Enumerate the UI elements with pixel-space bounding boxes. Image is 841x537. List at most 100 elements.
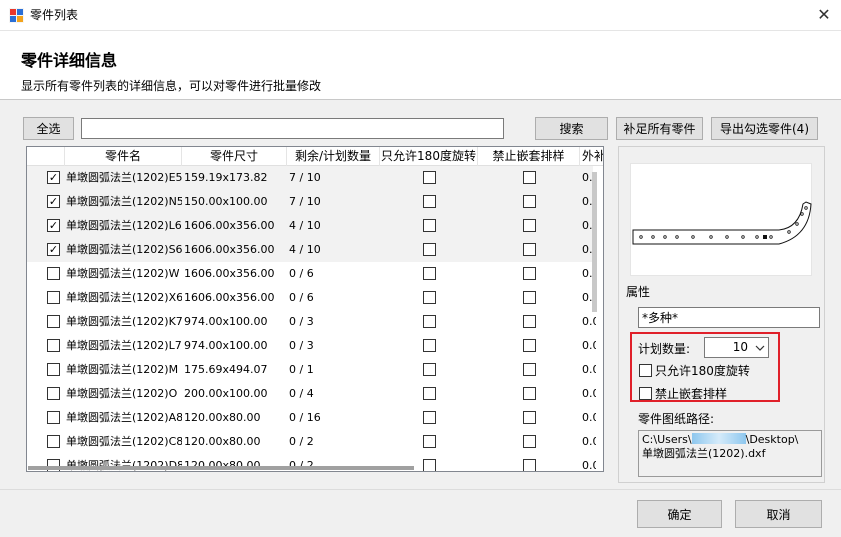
rotate-180-cell-checkbox[interactable] <box>423 459 436 471</box>
part-name-cell: 单墩圆弧法兰(1202)K7 <box>66 315 182 328</box>
no-nesting-checkbox[interactable] <box>639 387 652 400</box>
part-type-input[interactable] <box>638 307 820 328</box>
qty-cell: 7 / 10 <box>289 195 321 208</box>
no-nesting-cell-checkbox[interactable] <box>523 459 536 471</box>
no-nesting-cell-checkbox[interactable] <box>523 219 536 232</box>
row-select-checkbox[interactable] <box>47 435 60 448</box>
page-description: 显示所有零件列表的详细信息，可以对零件进行批量修改 <box>21 79 322 93</box>
chevron-down-icon[interactable] <box>755 344 765 352</box>
table-row[interactable]: 单墩圆弧法兰(1202)X61606.00x356.000 / 60.00 <box>27 286 596 310</box>
table-row[interactable]: 单墩圆弧法兰(1202)L7974.00x100.00 0 / 3 0.00 <box>27 334 596 358</box>
part-preview <box>630 163 812 276</box>
rotate-180-cell-checkbox[interactable] <box>423 387 436 400</box>
part-size-cell: 150.00x100.00 <box>184 195 268 208</box>
part-size-cell: 200.00x100.00 <box>184 387 268 400</box>
rotate-180-cell-checkbox[interactable] <box>423 243 436 256</box>
header-part-size[interactable]: 零件尺寸 <box>182 147 287 166</box>
rotate-180-cell-checkbox[interactable] <box>423 411 436 424</box>
no-nesting-cell-checkbox[interactable] <box>523 339 536 352</box>
table-row[interactable]: ✓单墩圆弧法兰(1202)S61606.00x356.004 / 100.00 <box>27 238 596 262</box>
table-vertical-scrollbar[interactable] <box>592 172 597 312</box>
parts-table[interactable]: 零件名 零件尺寸 剩余/计划数量 只允许180度旋转 禁止嵌套排样 外补 ✓ 单墩… <box>26 146 604 472</box>
row-select-checkbox[interactable] <box>47 411 60 424</box>
row-select-checkbox[interactable]: ✓ <box>47 219 60 232</box>
table-row[interactable]: ✓单墩圆弧法兰(1202)N5150.00x100.007 / 100.00 <box>27 190 596 214</box>
part-name-cell: 单墩圆弧法兰(1202)L6 <box>66 219 182 232</box>
rotate-180-checkbox[interactable] <box>639 364 652 377</box>
export-checked-parts-button[interactable]: 导出勾选零件(4) <box>711 117 818 140</box>
search-button[interactable]: 搜索 <box>535 117 608 140</box>
app-logo-icon <box>9 8 24 23</box>
no-nesting-cell-checkbox[interactable] <box>523 411 536 424</box>
no-nesting-cell-checkbox[interactable] <box>523 315 536 328</box>
table-row[interactable]: 单墩圆弧法兰(1202)O 200.00x100.00 0 / 4 0.00 <box>27 382 596 406</box>
rotate-180-cell-checkbox[interactable] <box>423 171 436 184</box>
header-check-col <box>27 147 65 166</box>
header-extra[interactable]: 外补 <box>580 147 603 166</box>
rotate-180-cell-checkbox[interactable] <box>423 219 436 232</box>
row-select-checkbox[interactable] <box>47 339 60 352</box>
qty-cell: 0 / 3 <box>289 315 314 328</box>
table-row[interactable]: 单墩圆弧法兰(1202)K7974.00x100.00 0 / 3 0.00 <box>27 310 596 334</box>
select-all-button[interactable]: 全选 <box>23 117 74 140</box>
row-select-checkbox[interactable]: ✓ <box>47 171 60 184</box>
rotate-180-cell-checkbox[interactable] <box>423 195 436 208</box>
extra-cell: 0.00 <box>582 459 596 472</box>
table-row[interactable]: 单墩圆弧法兰(1202)A8120.00x80.00 0 / 16 0.00 <box>27 406 596 430</box>
row-select-checkbox[interactable] <box>47 387 60 400</box>
table-row[interactable]: 单墩圆弧法兰(1202)M 175.69x494.07 0 / 1 0.00 <box>27 358 596 382</box>
plan-qty-combobox[interactable]: 10 <box>704 337 769 358</box>
table-row[interactable]: ✓单墩圆弧法兰(1202)E5159.19x173.827 / 100.00 <box>27 166 596 190</box>
table-row[interactable]: ✓单墩圆弧法兰(1202)L61606.00x356.004 / 100.00 <box>27 214 596 238</box>
rotate-180-cell-checkbox[interactable] <box>423 363 436 376</box>
ok-button[interactable]: 确定 <box>637 500 722 528</box>
table-horizontal-scrollbar[interactable] <box>28 466 414 470</box>
extra-cell: 0.00 <box>582 411 596 424</box>
header-part-name[interactable]: 零件名 <box>65 147 182 166</box>
drawing-path-line1-prefix: C:\Users\ <box>642 433 692 446</box>
no-nesting-cell-checkbox[interactable] <box>523 291 536 304</box>
row-select-checkbox[interactable]: ✓ <box>47 195 60 208</box>
table-row[interactable]: 单墩圆弧法兰(1202)C8120.00x80.00 0 / 2 0.00 <box>27 430 596 454</box>
properties-label: 属性 <box>626 285 651 299</box>
rotate-180-cell-checkbox[interactable] <box>423 267 436 280</box>
header-no-nesting[interactable]: 禁止嵌套排样 <box>478 147 580 166</box>
row-select-checkbox[interactable] <box>47 267 60 280</box>
header-remaining-plan-qty[interactable]: 剩余/计划数量 <box>287 147 380 166</box>
no-nesting-cell-checkbox[interactable] <box>523 243 536 256</box>
rotate-180-cell-checkbox[interactable] <box>423 291 436 304</box>
part-size-cell: 120.00x80.00 <box>184 435 261 448</box>
part-name-cell: 单墩圆弧法兰(1202)X6 <box>66 291 182 304</box>
no-nesting-cell-checkbox[interactable] <box>523 171 536 184</box>
drawing-path-line2: 单墩圆弧法兰(1202).dxf <box>642 447 766 460</box>
rotate-180-cell-checkbox[interactable] <box>423 339 436 352</box>
drawing-path-line1-suffix: \Desktop\ <box>745 433 799 446</box>
qty-cell: 4 / 10 <box>289 243 321 256</box>
no-nesting-cell-checkbox[interactable] <box>523 267 536 280</box>
part-size-cell: 974.00x100.00 <box>184 315 268 328</box>
search-input[interactable] <box>81 118 504 139</box>
table-row[interactable]: 单墩圆弧法兰(1202)W1606.00x356.000 / 60.00 <box>27 262 596 286</box>
row-select-checkbox[interactable]: ✓ <box>47 243 60 256</box>
qty-cell: 0 / 4 <box>289 387 314 400</box>
extra-cell: 0.00 <box>582 315 596 328</box>
window-title: 零件列表 <box>30 8 79 22</box>
footer-divider <box>0 489 841 490</box>
part-size-cell: 974.00x100.00 <box>184 339 268 352</box>
no-nesting-cell-checkbox[interactable] <box>523 363 536 376</box>
no-nesting-cell-checkbox[interactable] <box>523 195 536 208</box>
cancel-button[interactable]: 取消 <box>735 500 822 528</box>
no-nesting-cell-checkbox[interactable] <box>523 387 536 400</box>
rotate-180-cell-checkbox[interactable] <box>423 435 436 448</box>
row-select-checkbox[interactable] <box>47 315 60 328</box>
part-name-cell: 单墩圆弧法兰(1202)O <box>66 387 178 400</box>
plan-qty-label: 计划数量: <box>638 342 691 356</box>
row-select-checkbox[interactable] <box>47 363 60 376</box>
drawing-path-field[interactable]: C:\Users\ \Desktop\ 单墩圆弧法兰(1202).dxf <box>638 430 822 477</box>
fill-all-parts-button[interactable]: 补足所有零件 <box>616 117 703 140</box>
no-nesting-cell-checkbox[interactable] <box>523 435 536 448</box>
close-icon[interactable]: ✕ <box>812 4 836 26</box>
rotate-180-cell-checkbox[interactable] <box>423 315 436 328</box>
header-rotate-180[interactable]: 只允许180度旋转 <box>380 147 478 166</box>
row-select-checkbox[interactable] <box>47 291 60 304</box>
